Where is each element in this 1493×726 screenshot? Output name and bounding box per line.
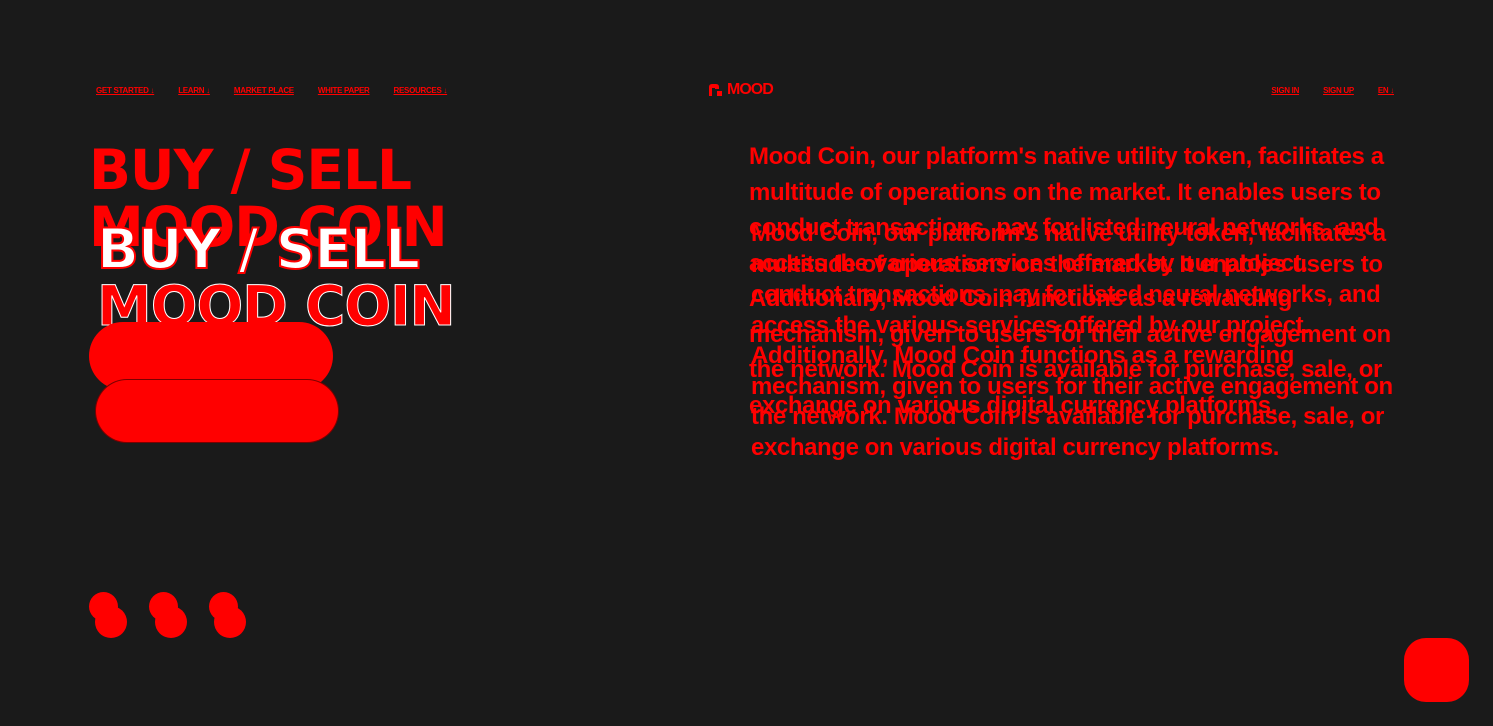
slider-dot-3[interactable] [214, 606, 246, 638]
logo-text: MOOD [727, 81, 774, 98]
hero-description: Mood Coin, our platform's native utility… [751, 220, 1393, 461]
sign-up-link[interactable]: SIGN UP [1323, 86, 1354, 95]
nav-get-started[interactable]: GET STARTED ↓ [96, 86, 154, 95]
slider-dot-2[interactable] [155, 606, 187, 638]
headline-line-1: BUY / SELL [96, 217, 421, 281]
auth-nav: SIGN IN SIGN UP EN ↓ [1247, 84, 1394, 96]
cta-button[interactable] [96, 380, 338, 442]
nav-market-place[interactable]: MARKET PLACE [234, 86, 294, 95]
nav-resources[interactable]: RESOURCES ↓ [394, 86, 448, 95]
headline-line-1: BUY / SELL [89, 138, 412, 202]
nav-white-paper[interactable]: WHITE PAPER [318, 86, 370, 95]
logo[interactable]: MOOD [708, 81, 774, 99]
floating-action-button[interactable] [1404, 638, 1469, 702]
nav-learn[interactable]: LEARN ↓ [178, 86, 210, 95]
hero-headline: BUY / SELL MOOD COIN [96, 217, 456, 336]
main-nav: GET STARTED ↓ LEARN ↓ MARKET PLACE WHITE… [96, 84, 471, 96]
slider-dot-1[interactable] [95, 606, 127, 638]
mood-logo-icon [709, 84, 722, 96]
language-selector[interactable]: EN ↓ [1378, 86, 1394, 95]
sign-in-link[interactable]: SIGN IN [1271, 86, 1299, 95]
